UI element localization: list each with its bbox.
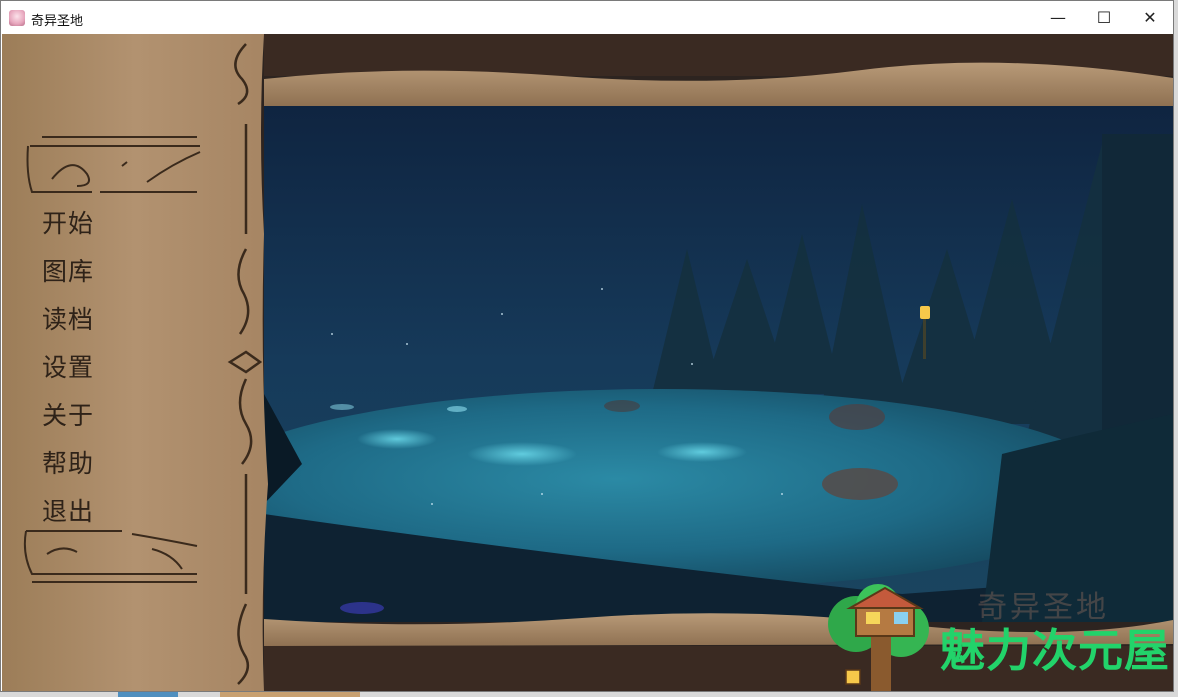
menu-load[interactable]: 读档 [42,300,94,336]
taskbar-fragment [220,692,360,697]
close-button[interactable]: ✕ [1127,1,1173,34]
app-icon [9,10,25,26]
menu-quit[interactable]: 退出 [42,492,94,528]
window-title: 奇异圣地 [31,14,84,29]
menu-about[interactable]: 关于 [42,396,94,432]
brand-watermark: 魅力次元屋 [940,624,1171,677]
game-canvas[interactable]: 开始 图库 读档 设置 关于 帮助 退出 奇异圣地 魅力次元屋 [2,34,1173,691]
app-window: 奇异圣地 — ☐ ✕ 开始 图库 读档 设置 关于 帮助 退出 奇异圣地 魅力次… [0,0,1174,692]
taskbar-fragment [118,692,178,697]
menu-start[interactable]: 开始 [42,204,94,240]
maximize-button[interactable]: ☐ [1081,1,1127,34]
menu-gallery[interactable]: 图库 [42,252,94,288]
minimize-button[interactable]: — [1035,1,1081,34]
menu-help[interactable]: 帮助 [42,444,94,480]
title-bar[interactable]: 奇异圣地 — ☐ ✕ [1,1,1173,34]
menu-settings[interactable]: 设置 [42,348,94,384]
treehouse-logo-icon [828,584,929,691]
